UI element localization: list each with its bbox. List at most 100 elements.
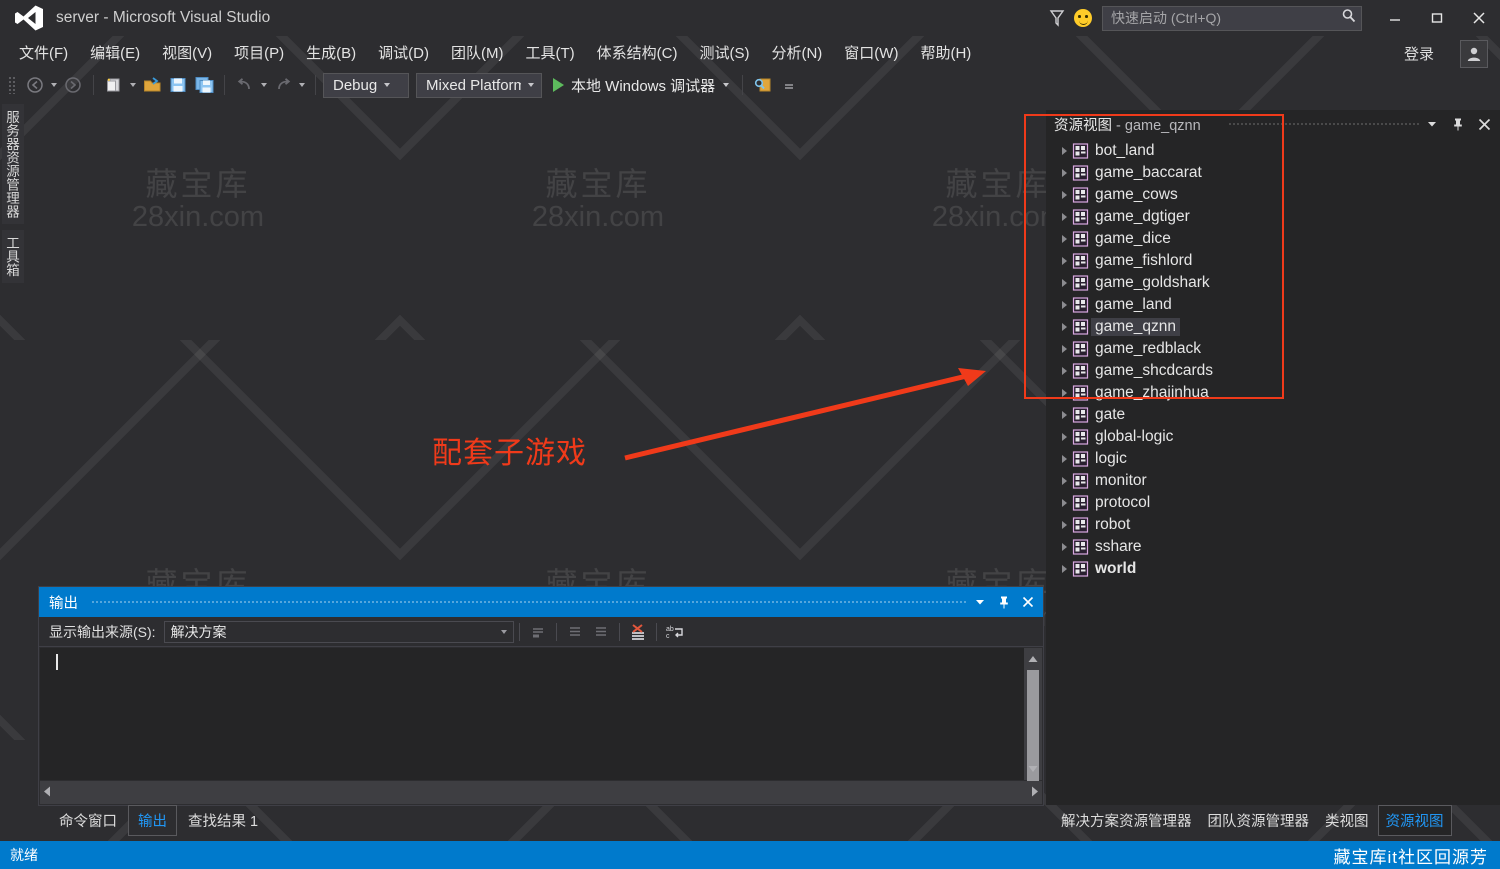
chevron-right-icon[interactable] (1056, 495, 1072, 511)
start-debugging-button[interactable]: 本地 Windows 调试器 (553, 75, 735, 96)
menu-item-window[interactable]: 窗口(W) (833, 39, 909, 66)
tree-node[interactable]: game_qznn (1046, 316, 1500, 338)
pin-icon[interactable] (1448, 113, 1468, 135)
menu-item-file[interactable]: 文件(F) (8, 39, 79, 66)
open-file-icon[interactable] (139, 72, 165, 98)
tree-node[interactable]: world (1046, 558, 1500, 580)
save-all-icon[interactable] (191, 72, 217, 98)
scroll-left-icon[interactable] (43, 784, 51, 802)
chevron-right-icon[interactable] (1056, 275, 1072, 291)
minimize-button[interactable] (1374, 0, 1416, 36)
chevron-right-icon[interactable] (1056, 517, 1072, 533)
sidebar-tab-server-explorer[interactable]: 服务器资源管理器 (2, 104, 24, 224)
tab-solution-explorer[interactable]: 解决方案资源管理器 (1054, 806, 1199, 835)
pin-icon[interactable] (993, 590, 1015, 614)
output-horizontal-scrollbar[interactable] (40, 781, 1042, 804)
chevron-down-icon[interactable] (723, 83, 730, 87)
chevron-right-icon[interactable] (1056, 385, 1072, 401)
tab-output[interactable]: 输出 (128, 804, 177, 836)
toggle-word-wrap-icon[interactable]: ab c (662, 620, 688, 644)
tree-node[interactable]: game_dgtiger (1046, 206, 1500, 228)
search-icon[interactable] (1341, 8, 1357, 29)
tree-node[interactable]: robot (1046, 514, 1500, 536)
tree-node[interactable]: logic (1046, 448, 1500, 470)
resource-tree[interactable]: bot_land game_baccarat game_cows game_dgtig… (1046, 140, 1500, 580)
chevron-down-icon[interactable] (969, 590, 991, 614)
menu-item-view[interactable]: 视图(V) (151, 39, 223, 66)
close-button[interactable] (1458, 0, 1500, 36)
new-item-icon[interactable] (101, 72, 127, 98)
tree-node[interactable]: game_redblack (1046, 338, 1500, 360)
chevron-down-icon[interactable] (528, 83, 534, 87)
menu-item-project[interactable]: 项目(P) (223, 39, 295, 66)
tree-node[interactable]: gate (1046, 404, 1500, 426)
output-source-dropdown[interactable]: 解决方案 (163, 620, 514, 643)
tab-team-explorer[interactable]: 团队资源管理器 (1201, 806, 1317, 835)
chevron-right-icon[interactable] (1056, 363, 1072, 379)
scroll-right-icon[interactable] (1031, 784, 1039, 802)
chevron-right-icon[interactable] (1056, 429, 1072, 445)
toolbar-overflow-icon[interactable] (776, 72, 802, 98)
tab-find-results-1[interactable]: 查找结果 1 (179, 806, 267, 835)
output-pane-drag-dots[interactable] (91, 600, 967, 604)
tree-node[interactable]: monitor (1046, 470, 1500, 492)
menu-item-tools[interactable]: 工具(T) (514, 39, 585, 66)
configuration-dropdown[interactable]: Debug (323, 72, 409, 98)
chevron-right-icon[interactable] (1056, 187, 1072, 203)
menu-item-help[interactable]: 帮助(H) (909, 39, 982, 66)
navigate-back-icon[interactable] (22, 72, 48, 98)
tree-node[interactable]: game_shcdcards (1046, 360, 1500, 382)
platform-dropdown[interactable]: Mixed Platforms (416, 72, 542, 98)
chevron-right-icon[interactable] (1056, 473, 1072, 489)
output-vertical-scrollbar[interactable] (1024, 648, 1042, 788)
sidebar-tab-toolbox[interactable]: 工具箱 (2, 230, 24, 283)
tree-node[interactable]: game_dice (1046, 228, 1500, 250)
tree-node[interactable]: game_land (1046, 294, 1500, 316)
close-icon[interactable] (1017, 590, 1039, 614)
clear-all-icon[interactable] (625, 620, 651, 644)
chevron-right-icon[interactable] (1056, 319, 1072, 335)
funnel-icon[interactable] (1044, 1, 1070, 35)
chevron-right-icon[interactable] (1056, 451, 1072, 467)
tree-node[interactable]: bot_land (1046, 140, 1500, 162)
new-item-dropdown-icon[interactable] (127, 72, 139, 98)
quick-launch-input[interactable] (1111, 10, 1341, 26)
menu-item-build[interactable]: 生成(B) (295, 39, 367, 66)
menu-item-analyze[interactable]: 分析(N) (760, 39, 833, 66)
tree-node[interactable]: sshare (1046, 536, 1500, 558)
menu-item-debug[interactable]: 调试(D) (367, 39, 440, 66)
chevron-right-icon[interactable] (1056, 209, 1072, 225)
maximize-button[interactable] (1416, 0, 1458, 36)
chevron-right-icon[interactable] (1056, 561, 1072, 577)
tab-class-view[interactable]: 类视图 (1318, 806, 1376, 835)
chevron-right-icon[interactable] (1056, 231, 1072, 247)
chevron-right-icon[interactable] (1056, 297, 1072, 313)
chevron-right-icon[interactable] (1056, 165, 1072, 181)
chevron-right-icon[interactable] (1056, 341, 1072, 357)
tab-resource-view[interactable]: 资源视图 (1377, 804, 1452, 836)
quick-launch-box[interactable] (1102, 5, 1362, 31)
resource-view-drag-dots[interactable] (1228, 122, 1420, 126)
chevron-down-icon[interactable] (1422, 113, 1442, 135)
smiley-feedback-icon[interactable] (1074, 9, 1092, 27)
chevron-right-icon[interactable] (1056, 539, 1072, 555)
tree-node[interactable]: game_cows (1046, 184, 1500, 206)
toolbar-grip[interactable] (8, 76, 16, 94)
tree-node[interactable]: game_fishlord (1046, 250, 1500, 272)
tab-command-window[interactable]: 命令窗口 (50, 806, 126, 835)
sign-in-link[interactable]: 登录 (1404, 43, 1434, 64)
tree-node[interactable]: game_baccarat (1046, 162, 1500, 184)
find-in-files-icon[interactable] (750, 72, 776, 98)
navigate-forward-icon[interactable] (60, 72, 86, 98)
menu-item-architecture[interactable]: 体系结构(C) (586, 39, 689, 66)
scroll-up-icon[interactable] (1024, 650, 1042, 668)
tree-node[interactable]: global-logic (1046, 426, 1500, 448)
chevron-down-icon[interactable] (500, 629, 507, 634)
chevron-right-icon[interactable] (1056, 143, 1072, 159)
output-text-area[interactable] (40, 648, 1042, 780)
scroll-down-icon[interactable] (1024, 760, 1042, 778)
close-icon[interactable] (1474, 113, 1494, 135)
tree-node[interactable]: game_zhajinhua (1046, 382, 1500, 404)
tree-node[interactable]: protocol (1046, 492, 1500, 514)
tree-node[interactable]: game_goldshark (1046, 272, 1500, 294)
